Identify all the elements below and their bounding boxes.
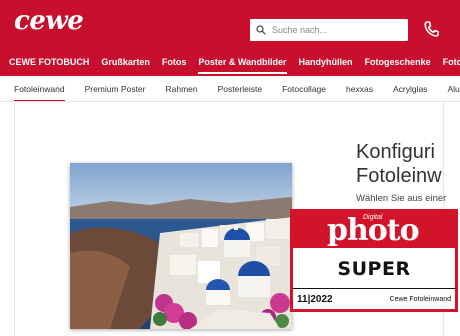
product-image-santorini[interactable] — [70, 163, 292, 329]
page-title-line-2: Fotoleinw — [356, 165, 442, 187]
search-icon[interactable] — [256, 25, 266, 35]
badge-date: 11|2022 — [297, 294, 333, 305]
subnav-posterleiste[interactable]: Posterleiste — [218, 76, 262, 101]
santorini-photo — [70, 163, 292, 329]
search-box[interactable] — [250, 19, 408, 41]
digital-photo-award-badge: photo Digital SUPER 11|2022 Cewe Fotolei… — [290, 209, 458, 312]
subnav-hexxas[interactable]: hexxas — [346, 76, 373, 101]
subnav-fotoleinwand[interactable]: Fotoleinwand — [14, 76, 65, 101]
category-fotos[interactable]: Fotos — [162, 48, 187, 76]
subnav-alu-dibond[interactable]: Alu-Dibond — [447, 76, 460, 101]
category-grusskarten[interactable]: Grußkarten — [101, 48, 150, 76]
category-fotokalender[interactable]: Fotokalend — [443, 48, 460, 76]
page-subtitle: Wählen Sie aus einer — [356, 193, 447, 204]
badge-header: photo Digital — [293, 212, 455, 248]
page-title-line-1: Konfiguri — [356, 141, 435, 163]
subnav-fotocollage[interactable]: Fotocollage — [282, 76, 326, 101]
category-fotogeschenke[interactable]: Fotogeschenke — [365, 48, 431, 76]
subnav-premium-poster[interactable]: Premium Poster — [85, 76, 146, 101]
top-header: cewe — [0, 0, 460, 48]
badge-rating: SUPER — [337, 258, 411, 280]
phone-icon[interactable] — [423, 20, 439, 38]
cewe-logo[interactable]: cewe — [14, 6, 84, 36]
subnav-rahmen[interactable]: Rahmen — [166, 76, 198, 101]
category-fotobuch[interactable]: CEWE FOTOBUCH — [9, 48, 89, 76]
badge-divider — [293, 288, 455, 289]
badge-digital-label: Digital — [363, 214, 383, 221]
category-nav: CEWE FOTOBUCH Grußkarten Fotos Poster & … — [0, 48, 460, 76]
search-input[interactable] — [272, 25, 402, 35]
category-handyhuellen[interactable]: Handyhüllen — [299, 48, 353, 76]
page-title: Konfiguri Fotoleinw — [356, 140, 442, 188]
category-poster-wandbilder[interactable]: Poster & Wandbilder — [198, 48, 287, 76]
subnav-acrylglas[interactable]: Acrylglas — [393, 76, 427, 101]
badge-product: Cewe Fotoleinwand — [389, 296, 451, 303]
sub-nav: Fotoleinwand Premium Poster Rahmen Poste… — [0, 76, 460, 102]
